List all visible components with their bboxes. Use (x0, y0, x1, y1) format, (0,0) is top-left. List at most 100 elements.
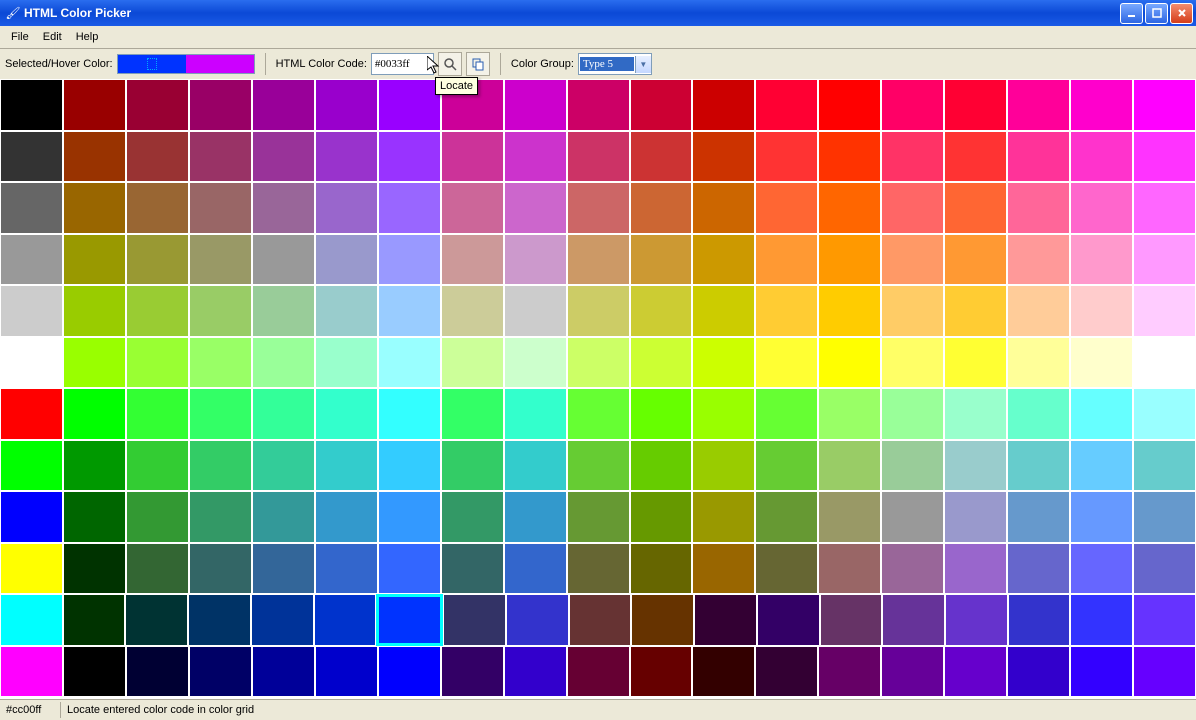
color-cell[interactable] (692, 337, 755, 389)
maximize-button[interactable] (1145, 3, 1168, 24)
color-cell[interactable] (630, 79, 693, 131)
color-cell[interactable] (441, 388, 504, 440)
color-cell[interactable] (1133, 543, 1196, 595)
color-cell[interactable] (252, 491, 315, 543)
color-cell[interactable] (504, 79, 567, 131)
color-cell[interactable] (630, 234, 693, 286)
color-cell[interactable] (0, 543, 63, 595)
color-cell[interactable] (504, 337, 567, 389)
color-cell[interactable] (755, 234, 818, 286)
color-cell[interactable] (252, 182, 315, 234)
color-cell[interactable] (1133, 182, 1196, 234)
color-cell[interactable] (189, 337, 252, 389)
color-cell[interactable] (945, 594, 1008, 646)
color-cell[interactable] (126, 543, 189, 595)
html-code-input[interactable] (371, 53, 434, 75)
color-cell[interactable] (630, 646, 693, 698)
color-cell[interactable] (1007, 543, 1070, 595)
color-cell[interactable] (441, 440, 504, 492)
color-cell[interactable] (506, 594, 569, 646)
color-cell[interactable] (630, 543, 693, 595)
color-cell[interactable] (818, 234, 881, 286)
color-cell[interactable] (0, 388, 63, 440)
color-cell[interactable] (944, 131, 1007, 183)
color-cell[interactable] (441, 337, 504, 389)
color-cell[interactable] (504, 285, 567, 337)
color-cell[interactable] (692, 234, 755, 286)
color-cell[interactable] (567, 182, 630, 234)
color-cell[interactable] (63, 234, 126, 286)
color-cell[interactable] (1007, 182, 1070, 234)
color-cell[interactable] (378, 79, 441, 131)
color-cell[interactable] (126, 131, 189, 183)
color-cell[interactable] (567, 131, 630, 183)
color-cell[interactable] (692, 543, 755, 595)
color-cell[interactable] (631, 594, 694, 646)
color-cell[interactable] (188, 594, 251, 646)
color-cell[interactable] (1070, 337, 1133, 389)
color-cell[interactable] (315, 543, 378, 595)
color-cell[interactable] (944, 182, 1007, 234)
color-cell[interactable] (315, 234, 378, 286)
color-cell[interactable] (63, 491, 126, 543)
color-cell[interactable] (126, 491, 189, 543)
color-cell[interactable] (315, 285, 378, 337)
color-cell[interactable] (1070, 440, 1133, 492)
color-cell[interactable] (0, 337, 63, 389)
color-cell[interactable] (63, 646, 126, 698)
color-cell[interactable] (569, 594, 632, 646)
color-cell[interactable] (567, 440, 630, 492)
color-cell[interactable] (378, 337, 441, 389)
color-cell[interactable] (881, 131, 944, 183)
color-cell[interactable] (252, 131, 315, 183)
color-cell[interactable] (189, 440, 252, 492)
color-cell[interactable] (378, 440, 441, 492)
color-cell[interactable] (818, 543, 881, 595)
close-button[interactable] (1170, 3, 1193, 24)
color-cell[interactable] (63, 543, 126, 595)
color-cell[interactable] (315, 182, 378, 234)
color-cell[interactable] (757, 594, 820, 646)
menu-help[interactable]: Help (69, 28, 106, 46)
color-cell[interactable] (1133, 131, 1196, 183)
color-cell[interactable] (378, 234, 441, 286)
color-cell[interactable] (1007, 131, 1070, 183)
color-cell[interactable] (504, 491, 567, 543)
color-cell[interactable] (944, 337, 1007, 389)
color-cell[interactable] (881, 543, 944, 595)
color-cell[interactable] (692, 79, 755, 131)
color-cell[interactable] (755, 79, 818, 131)
color-cell[interactable] (0, 646, 63, 698)
color-cell[interactable] (755, 440, 818, 492)
locate-button[interactable] (438, 52, 462, 76)
color-cell[interactable] (252, 543, 315, 595)
color-cell[interactable] (692, 646, 755, 698)
color-cell[interactable] (315, 646, 378, 698)
color-cell[interactable] (126, 646, 189, 698)
color-cell[interactable] (630, 337, 693, 389)
color-cell[interactable] (126, 79, 189, 131)
color-cell[interactable] (818, 646, 881, 698)
color-cell[interactable] (504, 234, 567, 286)
color-cell[interactable] (0, 234, 63, 286)
color-cell[interactable] (126, 337, 189, 389)
color-cell[interactable] (944, 646, 1007, 698)
color-cell[interactable] (1007, 646, 1070, 698)
color-cell[interactable] (504, 182, 567, 234)
color-cell[interactable] (755, 131, 818, 183)
color-cell[interactable] (881, 388, 944, 440)
color-cell[interactable] (1070, 594, 1133, 646)
color-cell[interactable] (1070, 388, 1133, 440)
color-cell[interactable] (755, 337, 818, 389)
color-cell[interactable] (755, 491, 818, 543)
color-cell[interactable] (944, 440, 1007, 492)
color-cell[interactable] (630, 388, 693, 440)
color-cell[interactable] (944, 79, 1007, 131)
color-cell[interactable] (630, 285, 693, 337)
color-cell[interactable] (630, 182, 693, 234)
color-cell[interactable] (126, 182, 189, 234)
color-cell[interactable] (189, 491, 252, 543)
color-cell[interactable] (692, 491, 755, 543)
color-cell[interactable] (378, 646, 441, 698)
color-cell[interactable] (315, 440, 378, 492)
